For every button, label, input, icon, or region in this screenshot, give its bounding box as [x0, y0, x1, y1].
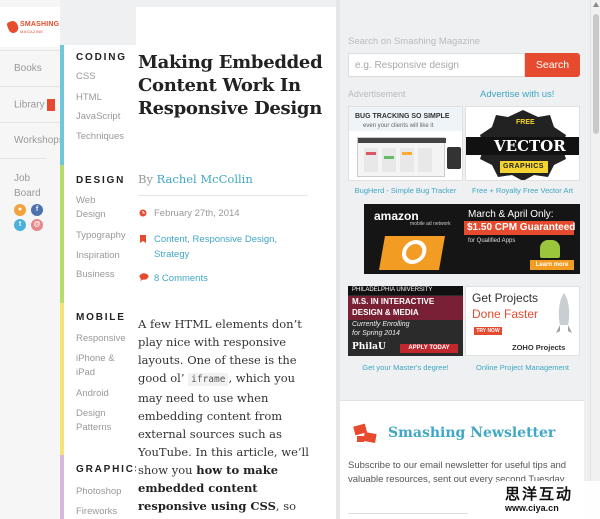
- zoho-ad[interactable]: Get Projects Done Faster TRY NOW ZOHO Pr…: [465, 286, 580, 356]
- sidebar: Search on Smashing Magazine Search Adver…: [340, 0, 590, 519]
- scroll-up-icon[interactable]: [593, 2, 599, 7]
- search-label: Search on Smashing Magazine: [348, 36, 481, 47]
- publish-date: February 27th, 2014: [154, 208, 240, 219]
- amazon-ad[interactable]: amazon mobile ad network March & April O…: [364, 204, 580, 274]
- article: Making Embedded Content Work In Responsi…: [136, 7, 336, 519]
- phone-graphic: [379, 236, 445, 270]
- leftnav-item-books[interactable]: Books: [0, 50, 60, 86]
- divider: [138, 195, 308, 196]
- byline: By Rachel McCollin: [138, 172, 253, 186]
- left-navigation: SMASHING MAGAZINE Books Library Workshop…: [0, 0, 60, 519]
- philau-caption[interactable]: Get your Master's degree!: [348, 363, 463, 372]
- logo-icon: [6, 19, 20, 35]
- search-button[interactable]: Search: [525, 53, 580, 77]
- category-link-javascript[interactable]: JavaScript: [76, 110, 136, 124]
- category-link-html[interactable]: HTML: [76, 91, 136, 105]
- category-heading-graphics[interactable]: GRAPHICS: [76, 464, 143, 475]
- category-link-photoshop[interactable]: Photoshop: [76, 485, 136, 499]
- newsletter-email-field[interactable]: [348, 513, 468, 519]
- comments-link[interactable]: 8 Comments: [154, 271, 294, 286]
- coding-stripe: [60, 45, 64, 165]
- vector-caption[interactable]: Free + Royalty Free Vector Art: [465, 186, 580, 195]
- leftnav-item-library[interactable]: Library: [0, 86, 60, 122]
- leftnav-item-workshops[interactable]: Workshops: [0, 122, 60, 158]
- bugherd-ad[interactable]: BUG TRACKING SO SIMPLE even your clients…: [348, 106, 463, 181]
- category-link-iphone-ipad[interactable]: iPhone & iPad: [76, 352, 116, 380]
- site-logo[interactable]: SMASHING MAGAZINE: [0, 7, 60, 47]
- scrollbar-thumb[interactable]: [593, 14, 599, 134]
- rocket-icon: [556, 293, 572, 333]
- logo-text: SMASHING: [20, 21, 60, 28]
- category-link-inspiration[interactable]: Inspiration: [76, 249, 136, 263]
- category-link-design-patterns[interactable]: Design Patterns: [76, 407, 120, 435]
- zoho-caption[interactable]: Online Project Management: [465, 363, 580, 372]
- category-link-web-design[interactable]: Web Design: [76, 194, 120, 222]
- category-link-android[interactable]: Android: [76, 387, 136, 401]
- advertise-link[interactable]: Advertise with us!: [480, 89, 554, 100]
- graphics-stripe: [60, 455, 64, 519]
- category-heading-mobile[interactable]: MOBILE: [76, 312, 126, 323]
- author-link[interactable]: Rachel McCollin: [157, 172, 253, 186]
- rss-icon[interactable]: ●: [14, 204, 26, 216]
- search-input[interactable]: [348, 53, 525, 77]
- category-heading-design[interactable]: DESIGN: [76, 175, 125, 186]
- library-badge-icon: [46, 99, 55, 111]
- vector-ad[interactable]: FREE VECTOR GRAPHICS: [465, 106, 580, 181]
- design-stripe: [60, 165, 64, 303]
- category-navigation: CODING CSS HTML JavaScript Techniques DE…: [60, 45, 141, 519]
- article-title[interactable]: Making Embedded Content Work In Responsi…: [138, 51, 323, 120]
- inline-code: iframe: [188, 373, 229, 386]
- zoho-try-now-button[interactable]: TRY NOW: [474, 327, 502, 335]
- logo-subtext: MAGAZINE: [20, 29, 44, 34]
- advertisement-label: Advertisement: [348, 89, 406, 99]
- category-link-techniques[interactable]: Techniques: [76, 130, 136, 144]
- twitter-icon[interactable]: t: [14, 219, 26, 231]
- category-link-business[interactable]: Business: [76, 268, 136, 282]
- article-tags[interactable]: Content, Responsive Design, Strategy: [154, 232, 294, 262]
- phone-icon: [447, 147, 461, 169]
- tag-icon: [140, 235, 146, 243]
- category-link-responsive[interactable]: Responsive: [76, 332, 136, 346]
- category-link-fireworks[interactable]: Fireworks: [76, 505, 136, 519]
- philau-ad[interactable]: PHILADELPHIA UNIVERSITY M.S. IN INTERACT…: [348, 286, 463, 356]
- amazon-learn-more[interactable]: Learn more: [530, 260, 574, 270]
- envelope-icon: [353, 423, 377, 443]
- philau-apply-button[interactable]: APPLY TODAY: [400, 344, 458, 353]
- category-link-css[interactable]: CSS: [76, 70, 136, 84]
- article-body: A few HTML elements don’t play nice with…: [138, 317, 309, 519]
- facebook-icon[interactable]: f: [31, 204, 43, 216]
- bugherd-caption[interactable]: BugHerd - Simple Bug Tracker: [348, 186, 463, 195]
- category-heading-coding[interactable]: CODING: [76, 52, 127, 63]
- byline-prefix: By: [138, 172, 153, 186]
- leftnav-item-job-board[interactable]: Job Board: [0, 158, 46, 202]
- page-scrollbar[interactable]: [590, 0, 600, 519]
- screenshot-thumbnail: [357, 137, 446, 177]
- newsletter-title: Smashing Newsletter: [388, 425, 556, 441]
- category-link-typography[interactable]: Typography: [76, 229, 136, 243]
- watermark-text: 思洋互动: [505, 485, 574, 503]
- watermark-url: www.ciya.cn: [505, 503, 559, 513]
- android-icon: [540, 240, 560, 258]
- comment-icon: [139, 273, 149, 281]
- watermark: 思洋互动 www.ciya.cn: [497, 481, 600, 519]
- clock-icon: [139, 209, 147, 217]
- mobile-stripe: [60, 303, 64, 455]
- email-icon[interactable]: @: [31, 219, 43, 231]
